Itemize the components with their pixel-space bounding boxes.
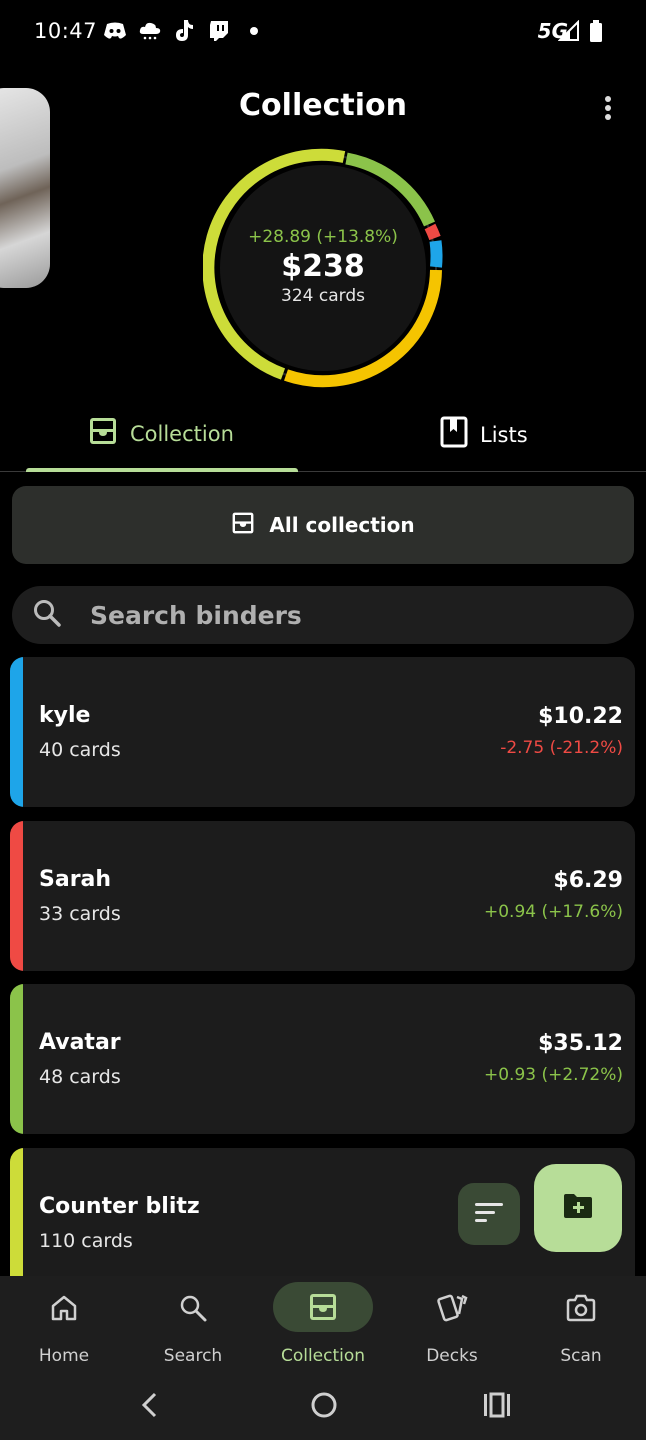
twitch-icon	[206, 18, 232, 44]
recents-icon[interactable]	[482, 1390, 512, 1424]
page-title: Collection	[239, 88, 407, 123]
battery-icon	[583, 18, 609, 44]
tab-label: Collection	[130, 421, 234, 446]
collection-icon	[273, 1282, 373, 1332]
nav-scan[interactable]: Scan	[521, 1276, 641, 1372]
total-change: +28.89 (+13.8%)	[248, 226, 398, 247]
search-icon	[161, 1290, 225, 1326]
nav-label: Decks	[426, 1346, 478, 1366]
collection-tab-icon	[88, 416, 118, 451]
collection-icon	[231, 511, 255, 540]
nav-label: Home	[38, 1346, 90, 1366]
nav-label: Scan	[560, 1346, 602, 1366]
bottom-navigation: Home Search Collection Decks Scan	[0, 1276, 646, 1372]
binder-name: Counter blitz	[39, 1194, 200, 1219]
binder-name: Sarah	[39, 867, 112, 892]
binder-price: $6.29	[553, 868, 623, 893]
sort-icon	[473, 1200, 505, 1228]
tab-label: Lists	[480, 422, 528, 447]
binder-name: kyle	[39, 703, 91, 728]
binder-card-count: 33 cards	[39, 903, 121, 925]
book-icon	[440, 416, 468, 453]
binder-card-count: 48 cards	[39, 1066, 121, 1088]
binder-price: $35.12	[538, 1031, 623, 1056]
binder-card-count: 40 cards	[39, 739, 121, 761]
total-cards: 324 cards	[281, 285, 365, 306]
binder-change: +0.93 (+2.72%)	[483, 1065, 623, 1085]
more-options-icon[interactable]	[598, 94, 618, 124]
nav-collection[interactable]: Collection	[263, 1276, 383, 1372]
decks-icon	[420, 1290, 484, 1326]
search-placeholder: Search binders	[90, 600, 302, 630]
tab-collection[interactable]: Collection	[88, 416, 234, 451]
binder-color-stripe	[10, 984, 23, 1134]
all-collection-button[interactable]: All collection	[12, 486, 634, 564]
add-folder-icon	[562, 1192, 594, 1224]
system-navigation-bar	[0, 1372, 646, 1440]
binder-color-stripe	[10, 821, 23, 971]
binder-card[interactable]: Avatar 48 cards $35.12 +0.93 (+2.72%)	[10, 984, 635, 1134]
discord-icon	[102, 18, 128, 44]
nav-label: Collection	[280, 1346, 366, 1366]
all-collection-label: All collection	[269, 513, 415, 537]
tab-lists[interactable]: Lists	[440, 416, 528, 453]
binder-name: Avatar	[39, 1030, 121, 1055]
nav-search[interactable]: Search	[133, 1276, 253, 1372]
nav-decks[interactable]: Decks	[392, 1276, 512, 1372]
tiktok-icon	[171, 18, 197, 44]
nav-label: Search	[163, 1346, 223, 1366]
binder-color-stripe	[10, 657, 23, 807]
sort-button[interactable]	[458, 1183, 520, 1245]
status-bar: 10:47 5G	[0, 0, 646, 64]
binder-change: +0.94 (+17.6%)	[483, 902, 623, 922]
tab-indicator	[26, 468, 298, 472]
binder-change: -2.75 (-21.2%)	[500, 738, 623, 758]
total-value: $238	[281, 248, 365, 284]
signal-icon	[556, 18, 582, 44]
tab-bar: Collection Lists	[0, 400, 646, 472]
binder-price: $10.22	[538, 704, 623, 729]
search-icon	[32, 598, 62, 632]
binder-card-count: 110 cards	[39, 1230, 133, 1252]
cloud-icon	[137, 18, 163, 44]
back-icon[interactable]	[138, 1390, 160, 1424]
donut-summary: +28.89 (+13.8%) $238 324 cards	[203, 148, 443, 388]
binder-card[interactable]: kyle 40 cards $10.22 -2.75 (-21.2%)	[10, 657, 635, 807]
dot-icon	[241, 18, 267, 44]
binder-card[interactable]: Sarah 33 cards $6.29 +0.94 (+17.6%)	[10, 821, 635, 971]
home-circle-icon[interactable]	[309, 1390, 339, 1424]
status-time: 10:47	[34, 19, 98, 43]
search-binders-input[interactable]: Search binders	[12, 586, 634, 644]
nav-home[interactable]: Home	[4, 1276, 124, 1372]
add-binder-button[interactable]	[534, 1164, 622, 1252]
camera-icon	[549, 1290, 613, 1326]
home-icon	[32, 1290, 96, 1326]
